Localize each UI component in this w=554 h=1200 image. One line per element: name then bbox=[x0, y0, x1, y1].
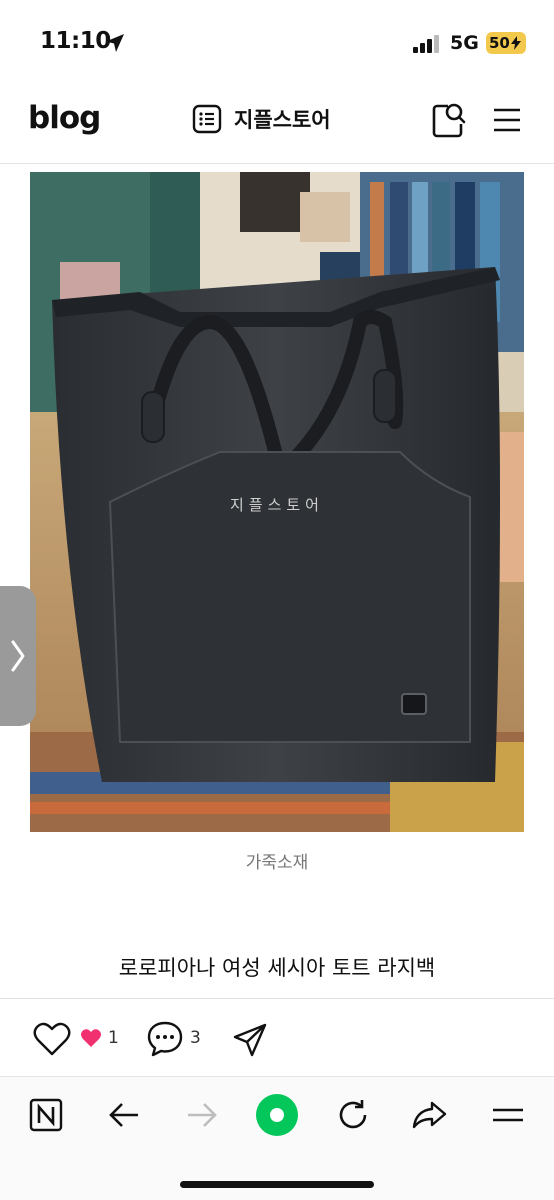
photo-caption: 가죽소재 bbox=[245, 853, 309, 873]
menu-icon[interactable] bbox=[492, 106, 522, 134]
status-time: 11:10 bbox=[40, 28, 111, 54]
refresh-button[interactable] bbox=[333, 1095, 373, 1135]
bolt-icon bbox=[510, 36, 521, 50]
network-label: 5G bbox=[450, 32, 479, 54]
back-button[interactable] bbox=[104, 1095, 144, 1135]
browser-bottom-bar bbox=[0, 1076, 554, 1200]
green-home-button[interactable] bbox=[255, 1093, 299, 1137]
forward-arrow-icon bbox=[188, 1103, 217, 1127]
post-photo[interactable]: 지플스토어 bbox=[30, 172, 524, 832]
share-icon[interactable] bbox=[232, 1022, 268, 1058]
blog-logo[interactable]: blog bbox=[28, 100, 101, 136]
forward-button[interactable] bbox=[182, 1095, 222, 1135]
tab-menu-icon bbox=[493, 1108, 523, 1122]
divider bbox=[0, 998, 554, 999]
comment-icon[interactable] bbox=[146, 1020, 184, 1058]
refresh-icon bbox=[339, 1100, 367, 1129]
location-arrow-icon bbox=[106, 34, 124, 52]
chevron-right-icon bbox=[11, 640, 25, 672]
battery-level: 50 bbox=[489, 34, 510, 52]
pink-heart-icon bbox=[81, 1029, 101, 1047]
action-bar: 1 3 bbox=[0, 1014, 554, 1068]
search-icon[interactable] bbox=[432, 102, 466, 138]
signal-bars-icon bbox=[413, 35, 439, 53]
home-indicator bbox=[180, 1181, 374, 1188]
back-arrow-icon bbox=[109, 1103, 138, 1127]
post-title[interactable]: 로로피아나 여성 세시아 토트 라지백 bbox=[0, 952, 554, 982]
app-header: blog 지플스토어 bbox=[0, 80, 554, 164]
photo-watermark: 지플스토어 bbox=[229, 496, 324, 514]
battery-indicator: 50 bbox=[486, 32, 526, 54]
heart-icon[interactable] bbox=[32, 1020, 72, 1058]
like-count: 1 bbox=[80, 1028, 119, 1048]
naver-home-icon bbox=[29, 1098, 63, 1132]
blog-name: 지플스토어 bbox=[234, 108, 331, 132]
green-dot-icon bbox=[256, 1094, 298, 1136]
list-icon bbox=[192, 104, 222, 134]
share-arrow-icon bbox=[412, 1101, 447, 1129]
side-panel-tab[interactable] bbox=[0, 586, 36, 726]
tab-menu-button[interactable] bbox=[488, 1095, 528, 1135]
naver-home-button[interactable] bbox=[26, 1095, 66, 1135]
page-share-button[interactable] bbox=[410, 1095, 450, 1135]
comment-count: 3 bbox=[190, 1028, 201, 1048]
like-count-value: 1 bbox=[108, 1028, 119, 1048]
blog-title-button[interactable]: 지플스토어 bbox=[192, 104, 331, 134]
status-bar: 11:10 5G 50 bbox=[0, 0, 554, 80]
